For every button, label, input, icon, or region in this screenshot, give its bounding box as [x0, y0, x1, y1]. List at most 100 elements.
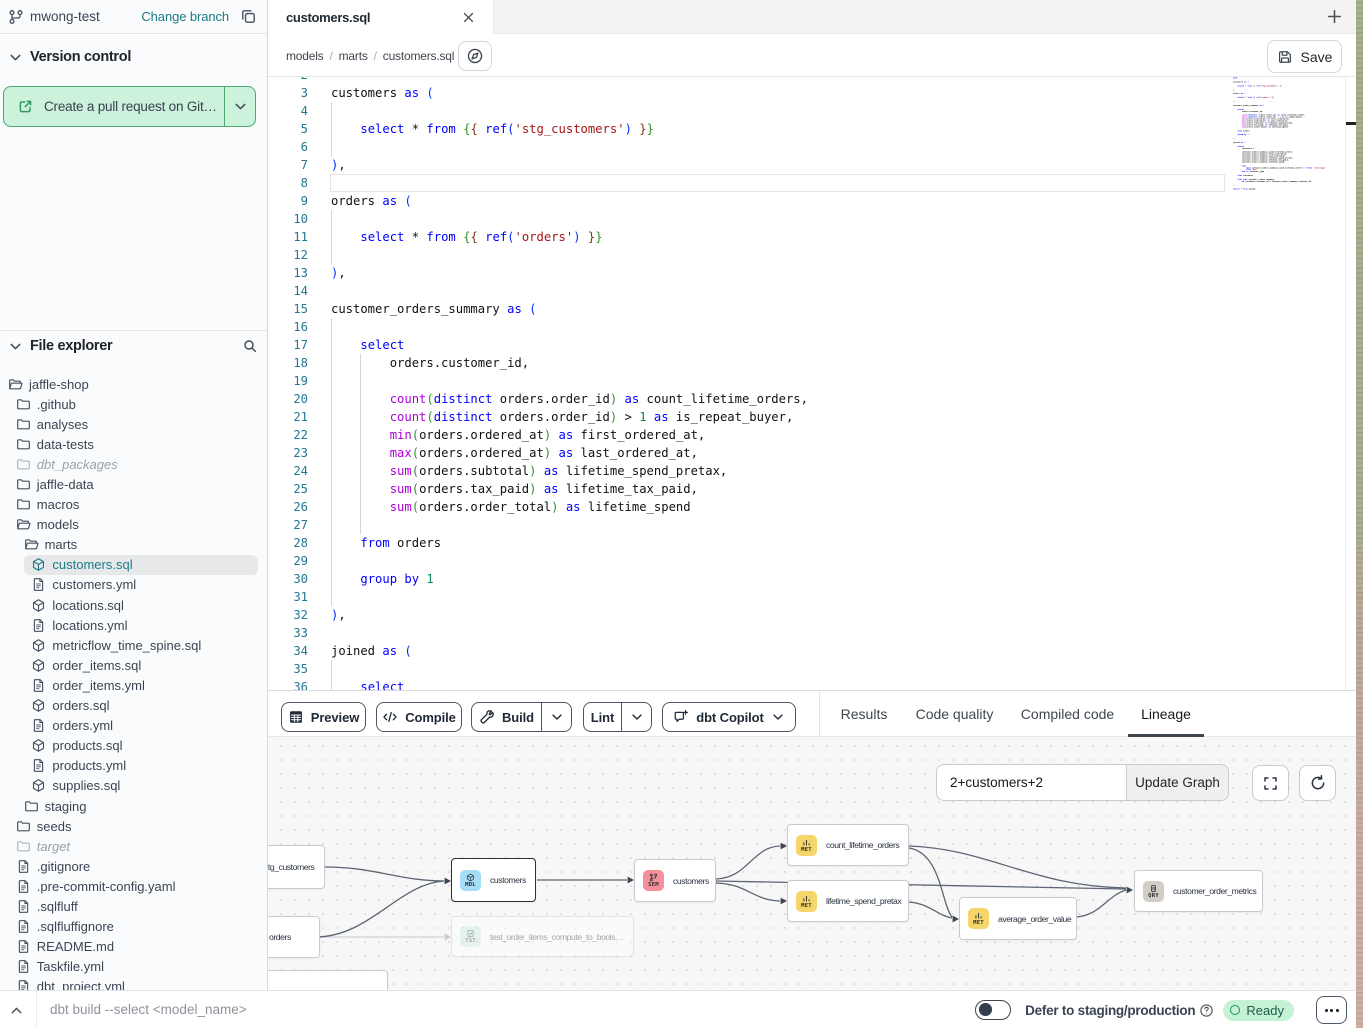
tab-compiled-code[interactable]: Compiled code: [1007, 691, 1128, 737]
copy-icon[interactable]: [240, 8, 257, 25]
refresh-button[interactable]: [1299, 765, 1336, 801]
lineage-node-customers-semantic[interactable]: SEMcustomers: [634, 859, 716, 902]
tree-item-order_items.sql[interactable]: order_items.sql: [0, 655, 267, 675]
code-line-23[interactable]: 23 max(orders.ordered_at) as last_ordere…: [268, 444, 940, 462]
code-line-17[interactable]: 17 select: [268, 336, 940, 354]
tree-item-locations.sql[interactable]: locations.sql: [0, 595, 267, 615]
defer-toggle[interactable]: [975, 1000, 1011, 1020]
tree-item-dbt_packages[interactable]: dbt_packages: [0, 454, 267, 474]
file-explorer-header[interactable]: File explorer: [8, 338, 260, 354]
tree-item-analyses[interactable]: analyses: [0, 414, 267, 434]
compile-button[interactable]: Compile: [376, 702, 462, 732]
lineage-selector-input[interactable]: 2+customers+2: [936, 764, 1127, 801]
preview-button[interactable]: Preview: [281, 702, 366, 732]
chevron-up-icon[interactable]: [9, 1003, 24, 1018]
code-line-16[interactable]: 16: [268, 318, 940, 336]
lineage-node-customer_order_metrics[interactable]: QRYcustomer_order_metrics: [1134, 870, 1263, 912]
dbt-copilot-button[interactable]: dbt Copilot: [662, 702, 796, 732]
code-line-12[interactable]: 12: [268, 246, 940, 264]
tree-item-locations.yml[interactable]: locations.yml: [0, 615, 267, 635]
tree-item-customers.sql[interactable]: customers.sql: [0, 555, 267, 575]
open-docs-button[interactable]: [458, 41, 492, 71]
save-button[interactable]: Save: [1267, 40, 1342, 73]
tree-item-data-tests[interactable]: data-tests: [0, 434, 267, 454]
search-icon[interactable]: [242, 338, 258, 354]
code-line-11[interactable]: 11 select * from {{ ref('orders') }}: [268, 228, 940, 246]
tree-item-models[interactable]: models: [0, 515, 267, 535]
lineage-node-orders[interactable]: MDLorders: [268, 916, 320, 958]
command-input[interactable]: dbt build --select <model_name>: [50, 1002, 247, 1017]
lineage-node-average_order_value[interactable]: METaverage_order_value: [959, 897, 1077, 940]
code-line-33[interactable]: 33: [268, 624, 940, 642]
lineage-node-stg_customers[interactable]: MDLstg_customers: [268, 845, 325, 889]
tab-code-quality[interactable]: Code quality: [902, 691, 1007, 737]
code-line-6[interactable]: 6: [268, 138, 940, 156]
code-line-5[interactable]: 5 select * from {{ ref('stg_customers') …: [268, 120, 940, 138]
editor-minimap[interactable]: with customers as ( select * from {{ ref…: [1233, 77, 1318, 190]
code-line-3[interactable]: 3customers as (: [268, 84, 940, 102]
code-line-15[interactable]: 15customer_orders_summary as (: [268, 300, 940, 318]
code-line-30[interactable]: 30 group by 1: [268, 570, 940, 588]
lineage-node-customers-model[interactable]: MDLcustomers: [451, 858, 536, 902]
tree-item-customers.yml[interactable]: customers.yml: [0, 575, 267, 595]
code-line-22[interactable]: 22 min(orders.ordered_at) as first_order…: [268, 426, 940, 444]
new-tab-icon[interactable]: [1326, 8, 1343, 25]
code-line-34[interactable]: 34joined as (: [268, 642, 940, 660]
code-line-9[interactable]: 9orders as (: [268, 192, 940, 210]
build-button[interactable]: Build: [471, 702, 572, 732]
tree-item-Taskfile.yml[interactable]: Taskfile.yml: [0, 957, 267, 977]
lineage-node-partial-node[interactable]: MDL: [268, 970, 388, 990]
tree-item-jaffle-data[interactable]: jaffle-data: [0, 474, 267, 494]
code-line-36[interactable]: 36 select: [268, 678, 940, 690]
tab-customers-sql[interactable]: customers.sql: [268, 0, 494, 35]
code-line-10[interactable]: 10: [268, 210, 940, 228]
code-line-20[interactable]: 20 count(distinct orders.order_id) as co…: [268, 390, 940, 408]
fullscreen-button[interactable]: [1252, 765, 1289, 801]
tree-item-README.md[interactable]: README.md: [0, 937, 267, 957]
tree-item-jaffle-shop[interactable]: jaffle-shop: [0, 374, 267, 394]
tree-item-.gitignore[interactable]: .gitignore: [0, 856, 267, 876]
breadcrumb-item[interactable]: marts: [339, 49, 368, 63]
code-line-25[interactable]: 25 sum(orders.tax_paid) as lifetime_tax_…: [268, 480, 940, 498]
lineage-node-test_order_items[interactable]: TSTtest_order_items_compute_to_bools…: [451, 916, 634, 957]
change-branch-link[interactable]: Change branch: [141, 9, 229, 24]
code-line-2[interactable]: 2: [268, 77, 940, 84]
code-line-31[interactable]: 31: [268, 588, 940, 606]
version-control-header[interactable]: Version control: [8, 49, 131, 65]
code-line-4[interactable]: 4: [268, 102, 940, 120]
tree-item-.sqlfluffignore[interactable]: .sqlfluffignore: [0, 917, 267, 937]
code-line-7[interactable]: 7),: [268, 156, 940, 174]
code-line-32[interactable]: 32),: [268, 606, 940, 624]
tree-item-target[interactable]: target: [0, 836, 267, 856]
tree-item-.github[interactable]: .github: [0, 394, 267, 414]
code-line-14[interactable]: 14: [268, 282, 940, 300]
update-graph-button[interactable]: Update Graph: [1127, 764, 1229, 801]
tree-item-products.yml[interactable]: products.yml: [0, 756, 267, 776]
tree-item-order_items.yml[interactable]: order_items.yml: [0, 675, 267, 695]
code-line-18[interactable]: 18 orders.customer_id,: [268, 354, 940, 372]
tree-item-metricflow_time_spine.sql[interactable]: metricflow_time_spine.sql: [0, 635, 267, 655]
code-line-27[interactable]: 27: [268, 516, 940, 534]
dropdown-caret[interactable]: [622, 703, 651, 731]
lineage-node-count_lifetime_orders[interactable]: METcount_lifetime_orders: [787, 824, 909, 866]
tab-lineage[interactable]: Lineage: [1128, 691, 1204, 737]
code-line-28[interactable]: 28 from orders: [268, 534, 940, 552]
tree-item-supplies.sql[interactable]: supplies.sql: [0, 776, 267, 796]
create-pull-request-button[interactable]: Create a pull request on Git…: [3, 86, 256, 127]
code-line-24[interactable]: 24 sum(orders.subtotal) as lifetime_spen…: [268, 462, 940, 480]
lineage-panel[interactable]: MDLstg_customers MDLorders MDLcustomers TST…: [268, 737, 1356, 990]
more-options-button[interactable]: [1316, 996, 1347, 1024]
tree-item-seeds[interactable]: seeds: [0, 816, 267, 836]
tree-item-orders.sql[interactable]: orders.sql: [0, 696, 267, 716]
breadcrumb-item[interactable]: models: [286, 49, 323, 63]
create-pull-request-caret[interactable]: [224, 87, 255, 126]
code-line-35[interactable]: 35: [268, 660, 940, 678]
help-icon[interactable]: [1199, 1003, 1214, 1018]
create-pull-request-main[interactable]: Create a pull request on Git…: [4, 87, 224, 126]
lineage-node-lifetime_spend_pretax[interactable]: METlifetime_spend_pretax: [787, 880, 909, 922]
tree-item-marts[interactable]: marts: [0, 535, 267, 555]
code-line-21[interactable]: 21 count(distinct orders.order_id) > 1 a…: [268, 408, 940, 426]
tree-item-products.sql[interactable]: products.sql: [0, 736, 267, 756]
tree-item-macros[interactable]: macros: [0, 495, 267, 515]
tree-item-.sqlfluff[interactable]: .sqlfluff: [0, 896, 267, 916]
